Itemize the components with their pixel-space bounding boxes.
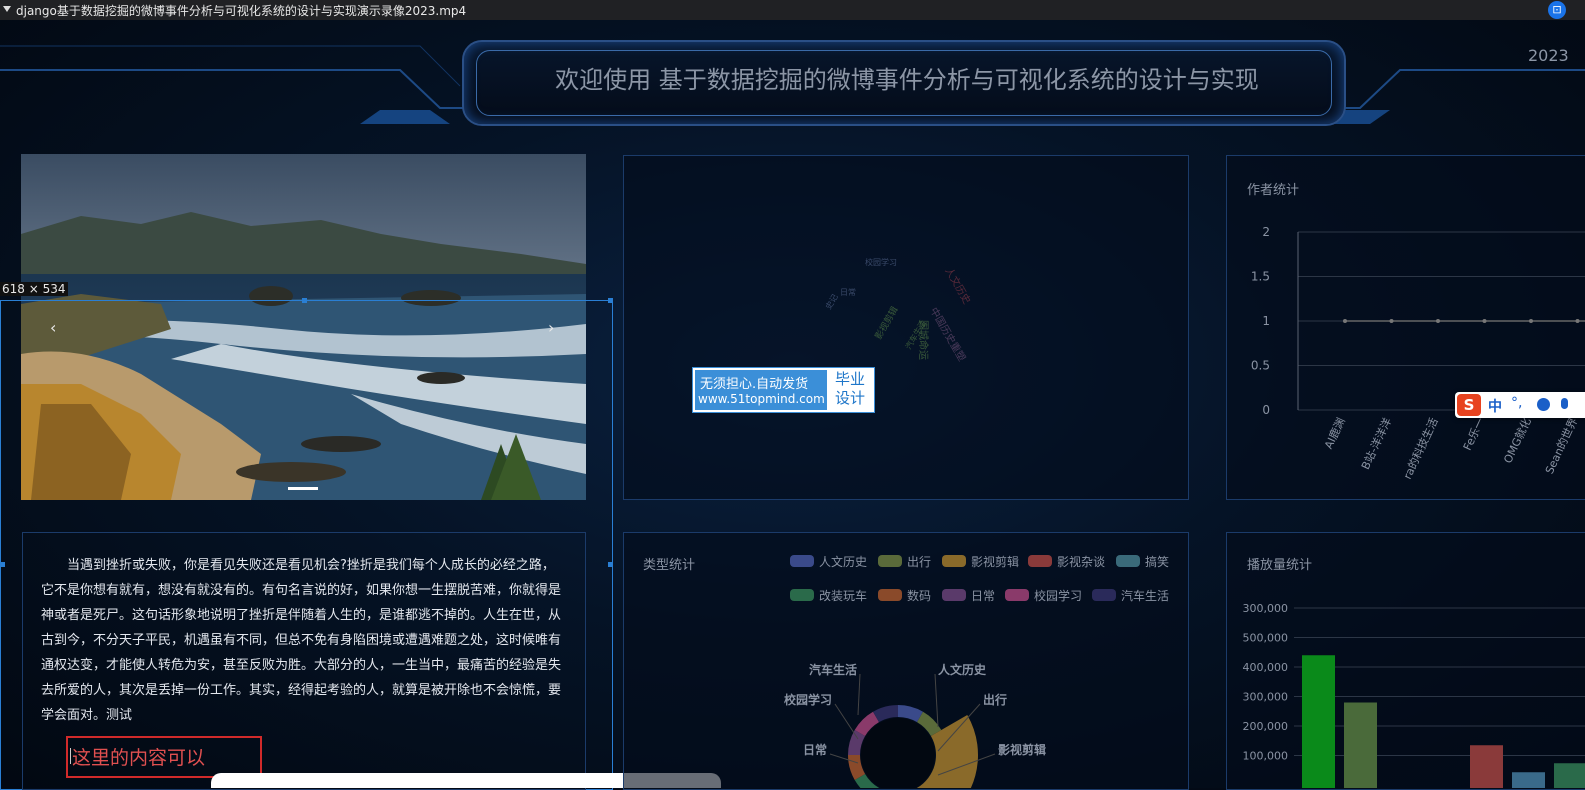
y-tick-label: 400,000 [1243,661,1289,674]
legend-label[interactable]: 汽车生活 [1121,587,1169,604]
legend-swatch[interactable] [790,555,814,567]
label-leader [935,674,938,727]
ime-punct[interactable]: °, [1511,395,1522,411]
data-point [1343,319,1347,323]
x-tick-label: OMG就化 [1500,415,1533,465]
ad-right1: 毕业 [830,370,870,389]
data-point [1436,319,1440,323]
y-tick-label: 2 [1262,225,1270,239]
header-left-decoration [0,40,470,124]
legend-swatch[interactable] [1092,589,1116,601]
resize-handle-top-right[interactable] [608,298,613,303]
legend-label[interactable]: 校园学习 [1034,587,1082,604]
bar [1512,772,1545,788]
ime-mode[interactable]: 中 [1488,396,1502,416]
annotation-text: 这里的内容可以 [72,743,205,770]
legend-swatch[interactable] [1005,589,1029,601]
x-tick-label: B站-洋洋洋 [1358,415,1394,471]
data-point [1483,319,1487,323]
legend-label[interactable]: 搞笑 [1145,553,1169,570]
legend-label[interactable]: 影视杂谈 [1057,553,1105,570]
pie-label: 汽车生活 [809,662,857,677]
legend-swatch[interactable] [942,589,966,601]
y-tick-label: 100,000 [1243,750,1289,763]
data-point [1576,319,1580,323]
wordcloud-word: 影视剪辑 [872,304,900,341]
pie-label: 出行 [983,692,1007,707]
bar [1344,703,1377,789]
legend-label[interactable]: 改装玩车 [819,587,867,604]
x-tick-label: AI鹿渊 [1321,415,1348,451]
type-pie-chart: 汽车生活 人文历史校园学习 出行日常 影视剪辑 [740,640,1080,788]
ad-line1: 无须担心.自动发货 [700,373,808,392]
author-line-chart: 2 1.5 1 0.5 0 AI鹿渊 B站-洋洋洋ra的科技生活 Fe乐一 OMG就化 Sean的… [1226,210,1585,498]
y-tick-label: 1.5 [1251,270,1270,284]
resize-handle-right[interactable] [608,562,613,567]
bar [1302,655,1335,788]
legend-label[interactable]: 影视剪辑 [971,553,1019,570]
y-tick-label: 0.5 [1251,359,1270,373]
legend-swatch[interactable] [1116,555,1140,567]
playcount-chart-title: 播放量统计 [1247,554,1312,573]
y-tick-label: 300,000 [1243,691,1289,704]
y-tick-label: 200,000 [1243,720,1289,733]
pie-label: 校园学习 [784,692,832,707]
watermark-ad[interactable]: 无须担心.自动发货 www.51topmind.com 毕业 设计 [692,367,875,413]
legend-swatch[interactable] [1028,555,1052,567]
sogou-logo-icon[interactable]: S [1457,394,1481,416]
author-chart-title: 作者统计 [1247,179,1299,198]
y-tick-label: 500,000 [1243,632,1289,645]
legend-swatch[interactable] [942,555,966,567]
legend-swatch[interactable] [878,589,902,601]
type-chart-title: 类型统计 [643,554,695,573]
emoji-icon[interactable] [1537,398,1550,411]
wordcloud-word: 日常 [840,288,856,297]
article-text: 当遇到挫折或失败，你是看见失败还是看见机会?挫折是我们每个人成长的必经之路，它不… [41,553,567,728]
wordcloud-word: 人文历史 [942,265,973,306]
wordcloud-word: 校园学习 [865,257,897,267]
resize-handle-left[interactable] [0,562,5,567]
pie-label: 影视剪辑 [998,742,1046,757]
legend-label[interactable]: 人文历史 [819,553,867,570]
legend-swatch[interactable] [790,589,814,601]
playcount-bar-chart: 300,000 500,000 400,000 300,000 200,000 100,0… [1226,590,1585,788]
bar [1554,763,1585,788]
resize-handle-top[interactable] [302,298,307,303]
label-leader [858,674,860,715]
x-tick-label: Sean的世界 [1542,415,1580,476]
legend-swatch[interactable] [878,555,902,567]
video-title: django基于数据挖掘的微博事件分析与可视化系统的设计与实现演示录像2023.… [16,2,466,19]
x-tick-label: Fe乐一 [1461,416,1487,453]
y-tick-label: 0 [1262,403,1270,417]
wordcloud-word: 史记 [823,292,840,311]
video-title-bar: django基于数据挖掘的微博事件分析与可视化系统的设计与实现演示录像2023.… [0,0,1585,20]
ime-toolbar[interactable]: S 中 °, [1455,392,1585,418]
pie-label: 人文历史 [938,662,987,677]
selection-dimensions-label: 618 × 534 [0,282,68,296]
pie-hole [861,718,935,788]
data-point [1529,319,1533,323]
pie-label: 日常 [803,742,827,757]
legend-label[interactable]: 日常 [971,587,995,604]
y-tick-label: 1 [1262,314,1270,328]
y-tick-label: 300,000 [1243,602,1289,615]
x-tick-label: ra的科技生活 [1400,415,1441,481]
legend-label[interactable]: 出行 [907,553,931,570]
data-point [1390,319,1394,323]
page-title: 欢迎使用 基于数据挖掘的微博事件分析与可视化系统的设计与实现 [462,60,1352,95]
ad-right2: 设计 [830,389,870,408]
ad-line2: www.51topmind.com [698,392,825,406]
label-leader [835,704,858,739]
bar [1470,745,1503,788]
dropdown-triangle-icon[interactable] [3,6,11,12]
wordcloud-word: 中国历史重塑 [927,305,968,363]
header-year: 2023 [1528,46,1569,65]
mic-icon[interactable] [1561,398,1568,409]
legend-label[interactable]: 数码 [907,587,931,604]
extension-icon[interactable]: ⊡ [1548,1,1566,19]
